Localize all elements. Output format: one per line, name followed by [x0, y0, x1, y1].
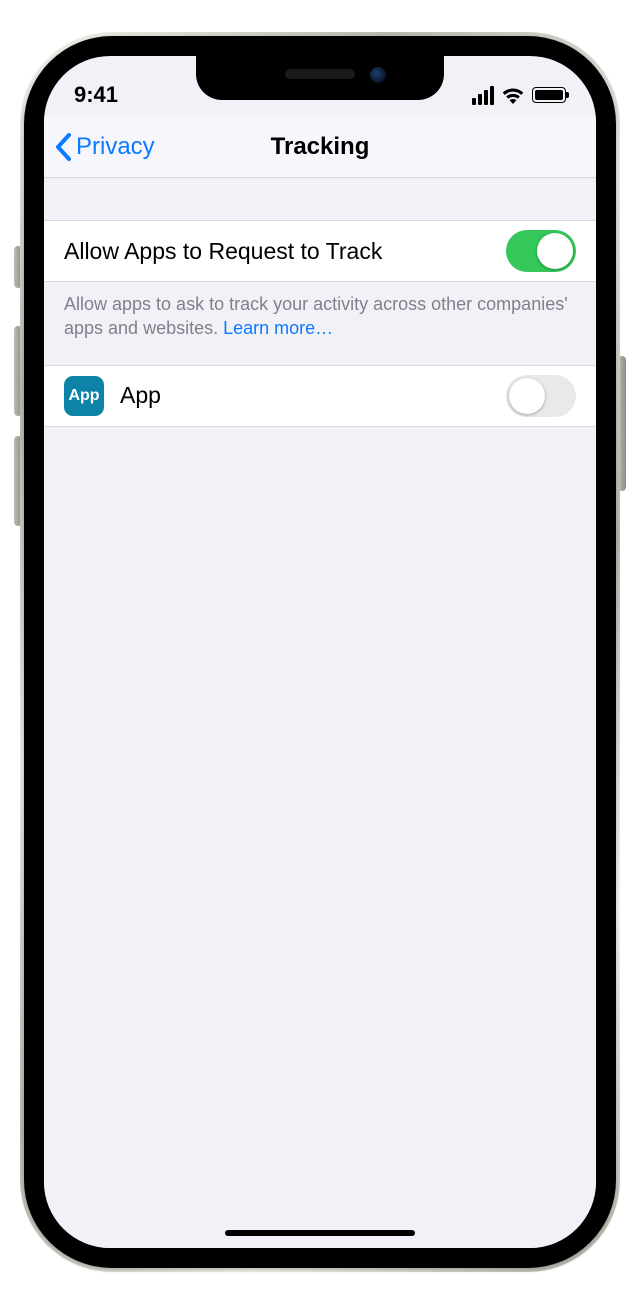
app-tracking-switch[interactable] [506, 375, 576, 417]
side-button [618, 356, 626, 491]
home-indicator[interactable] [225, 1230, 415, 1236]
back-button[interactable]: Privacy [54, 116, 155, 177]
allow-apps-to-track-switch[interactable] [506, 230, 576, 272]
app-tracking-row: App App [44, 365, 596, 427]
allow-apps-to-track-row: Allow Apps to Request to Track [44, 220, 596, 282]
volume-down-button [14, 436, 22, 526]
cellular-signal-icon [470, 86, 494, 105]
front-camera [370, 67, 386, 83]
mute-switch [14, 246, 22, 288]
status-time: 9:41 [74, 82, 118, 108]
app-icon: App [64, 376, 104, 416]
allow-apps-to-track-label: Allow Apps to Request to Track [64, 238, 506, 265]
back-label: Privacy [76, 133, 155, 161]
battery-icon [532, 87, 566, 103]
settings-content[interactable]: Allow Apps to Request to Track Allow app… [44, 178, 596, 1248]
volume-up-button [14, 326, 22, 416]
learn-more-link[interactable]: Learn more… [223, 318, 333, 338]
notch [196, 56, 444, 100]
page-title: Tracking [271, 133, 370, 161]
allow-apps-footer: Allow apps to ask to track your activity… [44, 282, 596, 365]
navigation-bar: Privacy Tracking [44, 116, 596, 178]
status-icons [470, 86, 566, 105]
app-name-label: App [120, 382, 506, 409]
wifi-icon [501, 86, 525, 104]
speaker-grille [285, 69, 355, 79]
chevron-left-icon [54, 133, 72, 161]
phone-device-frame: 9:41 [24, 36, 616, 1268]
screen: 9:41 [44, 56, 596, 1248]
